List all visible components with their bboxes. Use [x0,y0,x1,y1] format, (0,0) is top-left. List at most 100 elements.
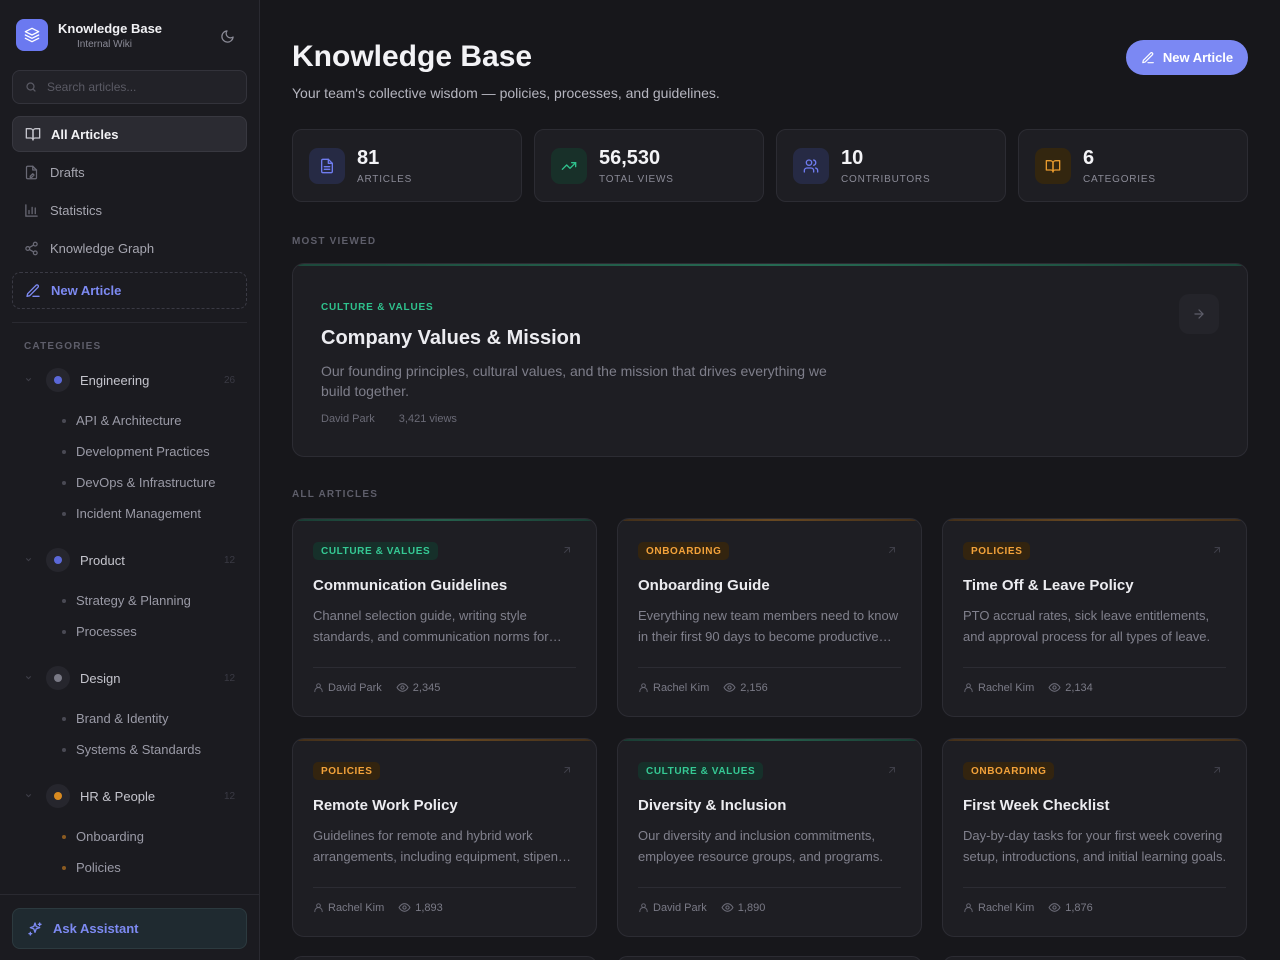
article-author: Rachel Kim [978,901,1035,914]
arrow-up-right-icon[interactable] [1211,764,1225,778]
category-engineering[interactable]: Engineering 26 [0,367,259,393]
article-card[interactable]: POLICIES Remote Work Policy Guidelines f… [292,738,597,937]
arrow-right-icon[interactable] [1179,294,1219,334]
main-nav: All Articles Drafts Statistics Knowledge… [0,116,259,309]
stat-label: CATEGORIES [1083,173,1156,185]
sidebar: Knowledge Base Internal Wiki All Article… [0,0,260,960]
card-divider [313,667,576,668]
subcategory-item[interactable]: DevOps & Infrastructure [0,467,259,498]
subcategory-item[interactable]: Processes [0,616,259,647]
stat-card-articles: 81 ARTICLES [292,129,522,202]
article-views: 1,890 [737,901,766,914]
most-viewed-heading: MOST VIEWED [292,236,377,247]
chevron-down-icon[interactable] [24,791,36,802]
article-card[interactable]: POLICIES Time Off & Leave Policy PTO acc… [942,518,1247,717]
category-count: 12 [224,554,236,566]
article-views: 2,134 [1065,681,1093,694]
article-author: David Park [653,901,707,914]
subcategory-item[interactable]: Strategy & Planning [0,585,259,616]
article-category-badge: CULTURE & VALUES [313,542,439,560]
subcategory-item[interactable]: API & Architecture [0,405,259,436]
subcategory-label: Systems & Standards [76,742,201,757]
category-count: 26 [224,374,236,386]
arrow-up-right-icon[interactable] [886,544,900,558]
arrow-up-right-icon[interactable] [1211,544,1225,558]
book-icon [1035,147,1071,184]
category-count: 12 [224,672,236,684]
chevron-down-icon[interactable] [24,555,36,566]
category-product[interactable]: Product 12 [0,547,259,573]
eye-icon [1048,901,1065,914]
stat-label: ARTICLES [357,173,413,185]
article-title: Diversity & Inclusion [638,797,787,814]
category-name: Design [80,670,121,686]
book-open-icon [25,126,41,142]
category-dot [46,548,70,572]
article-category-badge: POLICIES [313,762,381,780]
nav-statistics[interactable]: Statistics [12,192,247,228]
sidebar-new-article-button[interactable]: New Article [12,272,247,309]
article-card[interactable]: ONBOARDING First Week Checklist Day-by-d… [942,738,1247,937]
subcategory-item[interactable]: Policies [0,852,259,883]
stat-label: CONTRIBUTORS [841,173,931,185]
ask-assistant-button[interactable]: Ask Assistant [12,908,247,949]
share-graph-icon [24,240,40,256]
article-card-partial [617,956,922,960]
subcategory-item[interactable]: Development Practices [0,436,259,467]
nav-drafts[interactable]: Drafts [12,154,247,190]
category-name: Product [80,552,125,568]
article-card[interactable]: CULTURE & VALUES Communication Guideline… [292,518,597,717]
article-author: Rachel Kim [978,681,1035,694]
featured-views: 3,421 views [398,413,457,425]
subcategory-label: Development Practices [76,444,210,459]
subcategory-item[interactable]: Brand & Identity [0,703,259,734]
stat-value: 81 [357,146,380,169]
arrow-up-right-icon[interactable] [561,544,575,558]
article-author: David Park [328,681,382,694]
chevron-down-icon[interactable] [24,673,36,684]
eye-icon [723,681,740,694]
new-article-button[interactable]: New Article [1126,40,1248,75]
subcategory-item[interactable]: Onboarding [0,821,259,852]
article-meta: David Park 2,345 [313,681,454,694]
card-divider [313,887,576,888]
subcategory-item[interactable]: Incident Management [0,498,259,529]
arrow-up-right-icon[interactable] [561,764,575,778]
article-title: Time Off & Leave Policy [963,577,1134,594]
page-title: Knowledge Base [292,40,533,73]
featured-meta: David Park 3,421 views [321,413,457,425]
article-card[interactable]: CULTURE & VALUES Diversity & Inclusion O… [617,738,922,937]
article-card-partial [943,956,1248,960]
article-description: Day-by-day tasks for your first week cov… [963,828,1227,864]
article-views: 2,345 [412,681,441,694]
nav-knowledge-graph[interactable]: Knowledge Graph [12,230,247,266]
category-hr-people[interactable]: HR & People 12 [0,783,259,809]
nav-statistics-label: Statistics [50,202,103,218]
article-description: PTO accrual rates, sick leave entitlemen… [963,608,1211,644]
users-icon [793,147,829,184]
pencil-icon [1141,51,1155,65]
search-box [12,70,247,104]
card-divider [638,667,901,668]
search-icon [25,81,37,93]
file-pen-icon [24,164,40,180]
article-card[interactable]: ONBOARDING Onboarding Guide Everything n… [617,518,922,717]
brand-subtitle: Internal Wiki [77,38,133,50]
category-design[interactable]: Design 12 [0,665,259,691]
sidebar-footer: Ask Assistant [0,894,259,960]
subcategory-label: Strategy & Planning [76,593,191,608]
article-title: Communication Guidelines [313,577,508,594]
subcategory-item[interactable]: Systems & Standards [0,734,259,765]
card-divider [963,887,1226,888]
article-description: Guidelines for remote and hybrid work ar… [313,828,572,864]
chevron-down-icon[interactable] [24,375,36,386]
arrow-up-right-icon[interactable] [886,764,900,778]
sidebar-new-article-label: New Article [51,283,122,298]
search-input[interactable] [47,80,217,94]
card-divider [638,887,901,888]
stat-value: 56,530 [599,146,661,169]
nav-all-articles[interactable]: All Articles [12,116,247,152]
featured-article-card[interactable]: CULTURE & VALUES Company Values & Missio… [292,263,1248,457]
article-category-badge: ONBOARDING [638,542,730,560]
moon-icon[interactable] [217,26,237,46]
